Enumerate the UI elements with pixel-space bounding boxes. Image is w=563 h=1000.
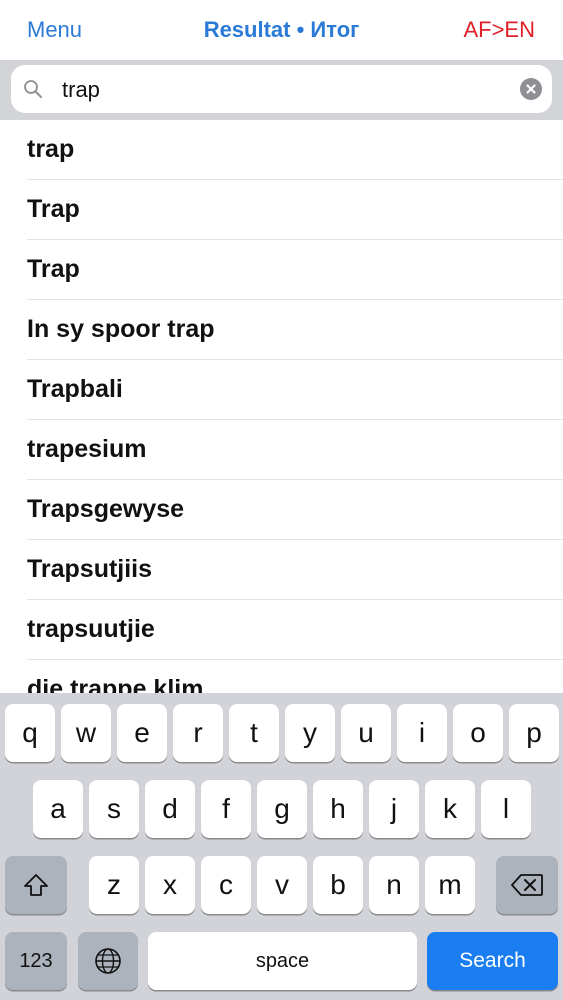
search-bar-container: trap	[0, 60, 563, 120]
key-f[interactable]: f	[201, 780, 251, 838]
backspace-icon	[511, 874, 543, 896]
key-u[interactable]: u	[341, 704, 391, 762]
keyboard: q w e r t y u i o p a s d f g h j k l z …	[0, 693, 563, 1000]
key-q[interactable]: q	[5, 704, 55, 762]
key-w[interactable]: w	[61, 704, 111, 762]
key-t[interactable]: t	[229, 704, 279, 762]
key-z[interactable]: z	[89, 856, 139, 914]
key-x[interactable]: x	[145, 856, 195, 914]
result-label: Trapsgewyse	[27, 495, 185, 523]
result-label: die trappe klim	[27, 675, 204, 693]
globe-key[interactable]	[78, 932, 138, 990]
list-item[interactable]: trapsuutjie	[27, 600, 563, 660]
key-m[interactable]: m	[425, 856, 475, 914]
key-j[interactable]: j	[369, 780, 419, 838]
result-label: Trapbali	[27, 375, 123, 403]
result-label: In sy spoor trap	[27, 315, 215, 343]
result-label: Trapsutjiis	[27, 555, 153, 583]
key-e[interactable]: e	[117, 704, 167, 762]
result-label: trap	[27, 135, 75, 163]
key-i[interactable]: i	[397, 704, 447, 762]
clear-icon[interactable]	[520, 78, 542, 100]
numbers-key[interactable]: 123	[5, 932, 67, 990]
list-item[interactable]: trap	[27, 120, 563, 180]
list-item[interactable]: Trap	[27, 240, 563, 300]
search-input[interactable]: trap	[62, 77, 100, 103]
shift-key[interactable]	[5, 856, 67, 914]
key-d[interactable]: d	[145, 780, 195, 838]
key-r[interactable]: r	[173, 704, 223, 762]
list-item[interactable]: Trapsutjiis	[27, 540, 563, 600]
list-item[interactable]: Trapbali	[27, 360, 563, 420]
shift-icon	[24, 874, 48, 896]
key-l[interactable]: l	[481, 780, 531, 838]
key-y[interactable]: y	[285, 704, 335, 762]
key-o[interactable]: o	[453, 704, 503, 762]
result-label: trapsuutjie	[27, 615, 155, 643]
key-k[interactable]: k	[425, 780, 475, 838]
search-icon	[24, 80, 42, 98]
key-b[interactable]: b	[313, 856, 363, 914]
language-direction-button[interactable]: AF>EN	[463, 17, 535, 43]
nav-bar: Menu Resultat • Итог AF>EN	[0, 0, 563, 61]
list-item[interactable]: Trapsgewyse	[27, 480, 563, 540]
backspace-key[interactable]	[496, 856, 558, 914]
key-n[interactable]: n	[369, 856, 419, 914]
key-s[interactable]: s	[89, 780, 139, 838]
result-label: Trap	[27, 255, 80, 283]
key-a[interactable]: a	[33, 780, 83, 838]
globe-icon	[95, 948, 121, 974]
space-key[interactable]: space	[148, 932, 417, 990]
list-item[interactable]: Trap	[27, 180, 563, 240]
result-label: trapesium	[27, 435, 147, 463]
search-key[interactable]: Search	[427, 932, 558, 990]
result-label: Trap	[27, 195, 80, 223]
key-g[interactable]: g	[257, 780, 307, 838]
search-field[interactable]: trap	[11, 65, 552, 113]
results-list: trap Trap Trap In sy spoor trap Trapbali…	[0, 120, 563, 693]
list-item[interactable]: die trappe klim	[27, 660, 563, 693]
key-c[interactable]: c	[201, 856, 251, 914]
key-p[interactable]: p	[509, 704, 559, 762]
list-item[interactable]: trapesium	[27, 420, 563, 480]
key-h[interactable]: h	[313, 780, 363, 838]
list-item[interactable]: In sy spoor trap	[27, 300, 563, 360]
key-v[interactable]: v	[257, 856, 307, 914]
